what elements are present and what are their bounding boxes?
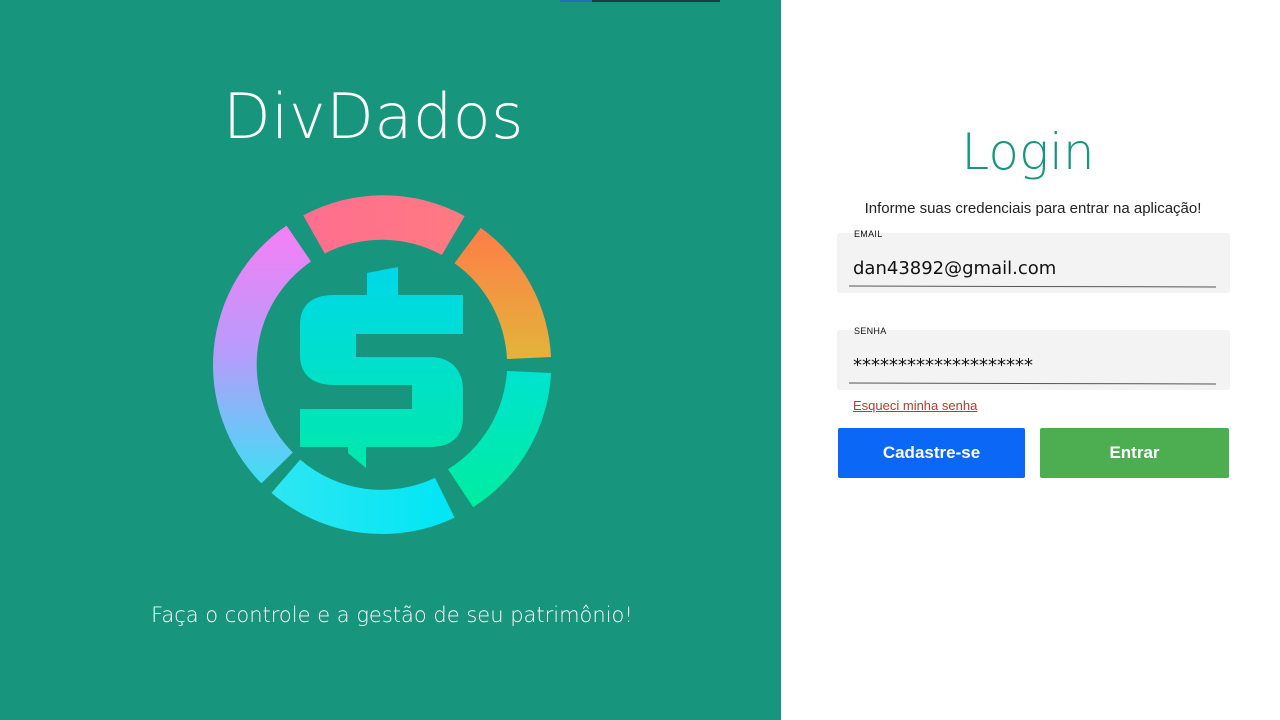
brand-name: DivDados [223,80,524,153]
email-underline [848,285,1217,288]
forgot-password-link[interactable]: Esqueci minha senha [853,398,977,413]
login-panel: Login Informe suas credenciais para entr… [781,0,1280,720]
enter-button[interactable]: Entrar [1040,428,1229,478]
password-underline [848,382,1217,385]
password-label: SENHA [854,326,887,336]
brand-tagline: Faça o controle e a gestão de seu patrim… [151,603,633,627]
register-button[interactable]: Cadastre-se [838,428,1025,478]
dollar-logo-icon [213,195,551,535]
login-title: Login [961,123,1095,181]
password-input[interactable] [853,352,1213,378]
password-field[interactable]: SENHA [837,326,1230,390]
login-subtitle: Informe suas credenciais para entrar na … [864,200,1202,217]
window-top-bar [560,0,720,2]
email-label: EMAIL [854,229,883,239]
email-field[interactable]: EMAIL [837,229,1230,293]
brand-panel: DivDados Faça o controle e a gestão de s… [0,0,781,720]
email-input[interactable] [853,255,1213,281]
